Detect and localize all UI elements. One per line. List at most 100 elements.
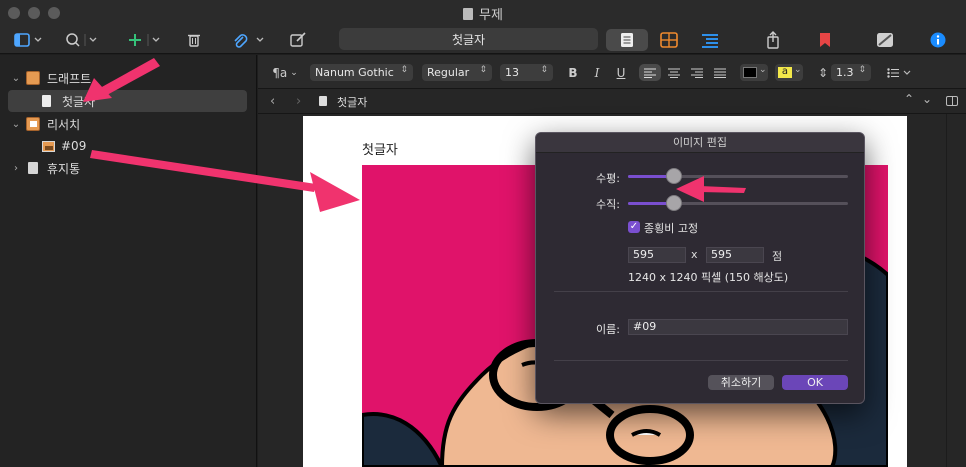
view-mode-button[interactable] bbox=[10, 29, 46, 51]
horizontal-label: 수평: bbox=[596, 172, 620, 185]
attach-button[interactable] bbox=[230, 29, 268, 51]
editor-header-bar: ‹ › 첫글자 ⌃ ⌄ bbox=[258, 89, 966, 114]
sidebar-item-label: #09 bbox=[61, 139, 87, 153]
text-color-picker[interactable]: ⌄ bbox=[740, 64, 768, 81]
slider-track bbox=[628, 202, 848, 205]
font-size-value: 13 bbox=[505, 66, 519, 79]
split-editor-icon[interactable] bbox=[946, 96, 958, 106]
font-weight-select[interactable]: Regular ⇕ bbox=[422, 64, 492, 81]
italic-button[interactable]: I bbox=[587, 64, 607, 81]
sidebar-item-trash[interactable]: › 휴지통 bbox=[0, 157, 257, 179]
height-field[interactable]: 595 bbox=[706, 247, 764, 263]
ok-button[interactable]: OK bbox=[782, 375, 848, 390]
name-field[interactable]: #09 bbox=[628, 319, 848, 335]
font-family-value: Nanum Gothic bbox=[315, 66, 394, 79]
binder-icon bbox=[26, 71, 40, 85]
line-spacing-icon: ⇕ bbox=[817, 65, 829, 80]
sidebar-item-draft[interactable]: ⌄ 드래프트 bbox=[0, 67, 257, 89]
document-view-icon bbox=[621, 33, 633, 47]
unit-label: 점 bbox=[772, 250, 783, 263]
trash-icon bbox=[28, 162, 38, 174]
edit-icon bbox=[290, 32, 306, 47]
updown-arrows-icon: ⇕ bbox=[540, 65, 548, 75]
lock-ratio-checkbox[interactable]: ✓ bbox=[628, 221, 640, 233]
previous-doc-icon[interactable]: ⌃ bbox=[904, 92, 914, 106]
app-window: 무제 첫글자 ⌄ 드래프트 첫글자 ⌄ 리서치 #09 › 휴지통 ¶a ⌄ N… bbox=[0, 0, 966, 467]
plus-icon bbox=[129, 34, 160, 46]
updown-arrows-icon: ⇕ bbox=[858, 65, 866, 75]
trash-icon bbox=[188, 34, 200, 47]
align-justify-button[interactable] bbox=[709, 64, 731, 81]
search-icon bbox=[66, 33, 97, 47]
document-title-field[interactable]: 첫글자 bbox=[339, 28, 598, 50]
slider-knob[interactable] bbox=[666, 168, 683, 184]
corkboard-view-button[interactable] bbox=[657, 29, 681, 51]
highlight-swatch: a bbox=[778, 67, 792, 78]
sidebar-item-image-09[interactable]: #09 bbox=[0, 135, 257, 157]
document-icon bbox=[42, 95, 51, 107]
sidebar-item-label: 휴지통 bbox=[47, 161, 81, 176]
list-style-menu[interactable] bbox=[884, 64, 916, 81]
sidebar-item-first-text[interactable]: 첫글자 bbox=[8, 90, 247, 112]
chevron-down-icon: ⌄ bbox=[290, 67, 298, 78]
lock-ratio-label: 종횡비 고정 bbox=[644, 222, 699, 235]
dialog-title: 이미지 편집 bbox=[536, 133, 864, 153]
paragraph-style-menu[interactable]: ¶a ⌄ bbox=[270, 64, 300, 81]
format-bar: ¶a ⌄ Nanum Gothic ⇕ Regular ⇕ 13 ⇕ B I U ⌄ a… bbox=[258, 55, 966, 89]
editor-view-button[interactable] bbox=[606, 29, 648, 51]
chevron-down-icon: ⌄ bbox=[759, 65, 767, 75]
sidebar-layout-icon bbox=[14, 33, 42, 47]
font-family-select[interactable]: Nanum Gothic ⇕ bbox=[310, 64, 413, 81]
align-right-button[interactable] bbox=[686, 64, 708, 81]
align-left-button[interactable] bbox=[639, 64, 661, 81]
toolbar: 첫글자 bbox=[0, 26, 966, 54]
horizontal-slider[interactable] bbox=[628, 168, 848, 184]
line-spacing-value: 1.3 bbox=[836, 66, 854, 79]
corkboard-icon bbox=[660, 32, 678, 48]
chevron-down-icon[interactable]: ⌄ bbox=[10, 119, 22, 130]
delete-button[interactable] bbox=[184, 29, 204, 51]
document-heading: 첫글자 bbox=[362, 143, 398, 158]
next-doc-icon[interactable]: ⌄ bbox=[922, 92, 932, 106]
sidebar-item-research[interactable]: ⌄ 리서치 bbox=[0, 113, 257, 135]
text-color-swatch bbox=[743, 67, 757, 78]
composition-icon bbox=[877, 33, 893, 47]
outline-view-button[interactable] bbox=[699, 29, 721, 51]
share-button[interactable] bbox=[763, 29, 783, 51]
binder-sidebar: ⌄ 드래프트 첫글자 ⌄ 리서치 #09 › 휴지통 bbox=[0, 55, 257, 467]
chevron-down-icon[interactable]: ⌄ bbox=[10, 73, 22, 84]
chevron-right-icon[interactable]: › bbox=[10, 163, 22, 174]
slider-knob[interactable] bbox=[666, 195, 683, 211]
list-icon bbox=[887, 67, 911, 78]
sidebar-item-label: 리서치 bbox=[47, 117, 81, 132]
dimension-x-label: x bbox=[691, 248, 698, 261]
bookmark-button[interactable] bbox=[815, 29, 835, 51]
cancel-button[interactable]: 취소하기 bbox=[708, 375, 774, 390]
slider-track bbox=[628, 175, 848, 178]
align-center-button[interactable] bbox=[663, 64, 685, 81]
window-title: 무제 bbox=[0, 4, 966, 23]
font-size-select[interactable]: 13 ⇕ bbox=[500, 64, 553, 81]
inspector-toggle-button[interactable] bbox=[874, 29, 896, 51]
compose-button[interactable] bbox=[288, 29, 308, 51]
document-icon bbox=[463, 8, 474, 20]
editor-scrollbar[interactable] bbox=[946, 114, 966, 467]
divider bbox=[554, 360, 848, 361]
underline-button[interactable]: U bbox=[611, 64, 631, 81]
editor-doc-title[interactable]: 첫글자 bbox=[337, 94, 367, 110]
align-right-icon bbox=[691, 68, 703, 78]
back-arrow-icon[interactable]: ‹ bbox=[270, 94, 275, 109]
highlight-color-picker[interactable]: a ⌄ bbox=[775, 64, 803, 81]
line-spacing-select[interactable]: 1.3 ⇕ bbox=[831, 64, 871, 81]
image-icon bbox=[42, 140, 55, 152]
forward-arrow-icon[interactable]: › bbox=[296, 94, 301, 109]
add-item-button[interactable] bbox=[124, 29, 164, 51]
updown-arrows-icon: ⇕ bbox=[400, 65, 408, 75]
vertical-slider[interactable] bbox=[628, 195, 848, 211]
share-icon bbox=[767, 31, 779, 49]
width-field[interactable]: 595 bbox=[628, 247, 686, 263]
bold-button[interactable]: B bbox=[563, 64, 583, 81]
paragraph-style-label: ¶a bbox=[272, 65, 288, 80]
info-button[interactable] bbox=[928, 29, 948, 51]
search-button[interactable] bbox=[62, 29, 100, 51]
